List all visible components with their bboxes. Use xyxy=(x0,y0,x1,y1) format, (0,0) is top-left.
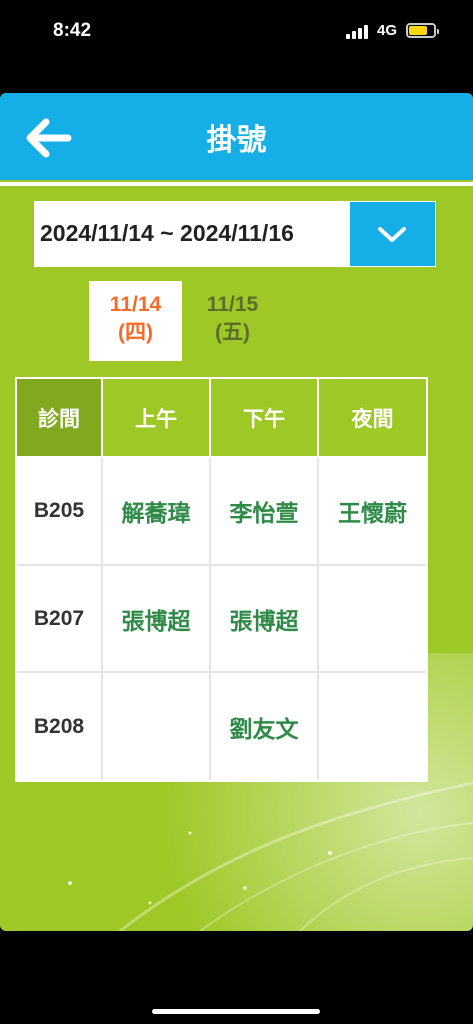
home-indicator[interactable] xyxy=(152,1009,320,1014)
day-tab-weekday: (四) xyxy=(118,321,153,344)
date-dropdown-button[interactable] xyxy=(350,202,435,266)
table-row: B205 解蕎瑋 李怡萱 王懷蔚 xyxy=(17,458,426,566)
signal-icon xyxy=(346,25,370,39)
day-tab-date: 11/14 xyxy=(109,293,162,316)
doctor-slot[interactable]: 李怡萱 xyxy=(230,494,299,528)
column-header-afternoon: 下午 xyxy=(211,379,319,458)
status-bar: 8:42 4G xyxy=(0,0,473,70)
day-tab-1114[interactable]: 11/14 (四) xyxy=(89,281,182,361)
column-header-room: 診間 xyxy=(17,379,103,458)
doctor-slot[interactable]: 劉友文 xyxy=(230,710,299,744)
doctor-slot[interactable]: 張博超 xyxy=(230,602,299,636)
doctor-slot[interactable]: 王懷蔚 xyxy=(338,494,407,528)
chevron-down-icon xyxy=(378,227,406,242)
network-label: 4G xyxy=(377,22,398,39)
battery-icon xyxy=(406,23,439,38)
day-tab-1115[interactable]: 11/15 (五) xyxy=(186,281,279,361)
table-row: B208 劉友文 xyxy=(17,673,426,780)
header-divider xyxy=(0,182,473,186)
app-header: 掛號 xyxy=(0,93,473,186)
date-range-value: 2024/11/14 ~ 2024/11/16 xyxy=(40,220,294,246)
room-label: B208 xyxy=(33,714,85,738)
room-label: B205 xyxy=(33,499,85,522)
date-range-select[interactable]: 2024/11/14 ~ 2024/11/16 xyxy=(34,201,436,267)
page-title: 掛號 xyxy=(206,124,267,157)
table-row: B207 張博超 張博超 xyxy=(17,566,426,673)
app-screen: 掛號 2024/11/14 ~ 2024/11/16 11/14 (四) 11/… xyxy=(0,93,473,931)
room-label: B207 xyxy=(33,606,85,630)
schedule-table: 診間 上午 下午 夜間 B205 解蕎瑋 李怡萱 王懷蔚 B207 張博超 張博… xyxy=(15,377,428,782)
column-header-night: 夜間 xyxy=(319,379,426,458)
day-tab-weekday: (五) xyxy=(215,321,250,344)
status-time: 8:42 xyxy=(53,20,92,41)
doctor-slot[interactable]: 張博超 xyxy=(122,602,191,636)
column-header-morning: 上午 xyxy=(103,379,211,458)
doctor-slot[interactable]: 解蕎瑋 xyxy=(122,494,191,528)
table-header-row: 診間 上午 下午 夜間 xyxy=(17,379,426,458)
day-tab-date: 11/15 xyxy=(206,293,259,316)
